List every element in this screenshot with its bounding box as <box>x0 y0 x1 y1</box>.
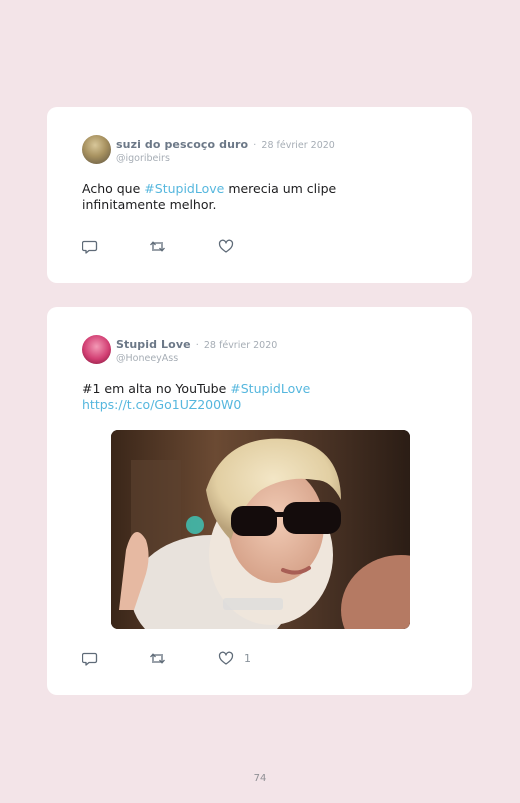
author-name[interactable]: Stupid Love <box>116 338 191 351</box>
heart-icon <box>218 239 234 253</box>
heart-icon <box>218 651 234 665</box>
tweet-date[interactable]: 28 février 2020 <box>261 140 334 151</box>
author-handle[interactable]: @HoneeyAss <box>116 352 277 365</box>
tweet-header: Stupid Love · 28 février 2020 @HoneeyAss <box>116 336 277 365</box>
avatar[interactable] <box>82 135 111 164</box>
tweet-text-part: #1 em alta no YouTube <box>82 381 231 396</box>
reply-icon <box>82 240 98 254</box>
tweet-header: suzi do pescoço duro · 28 février 2020 @… <box>116 136 335 165</box>
retweet-icon <box>150 652 165 664</box>
separator: · <box>195 340 199 351</box>
tweet-date[interactable]: 28 février 2020 <box>204 340 277 351</box>
media-photo-illustration <box>111 430 410 629</box>
hashtag-link[interactable]: #StupidLove <box>144 181 224 196</box>
retweet-button[interactable] <box>149 238 166 254</box>
tweet-text: Acho que #StupidLove merecia um clipe in… <box>82 181 422 213</box>
separator: · <box>253 140 257 151</box>
reply-button[interactable] <box>82 238 98 254</box>
like-button[interactable]: 1 <box>218 650 251 666</box>
tweet-actions <box>82 238 282 254</box>
tweet-text: #1 em alta no YouTube #StupidLove https:/… <box>82 381 422 413</box>
reply-icon <box>82 652 98 666</box>
tweet-card: suzi do pescoço duro · 28 février 2020 @… <box>47 107 472 283</box>
like-count: 1 <box>244 651 251 665</box>
reply-button[interactable] <box>82 650 98 666</box>
tweet-card: Stupid Love · 28 février 2020 @HoneeyAss… <box>47 307 472 695</box>
retweet-icon <box>150 240 165 252</box>
avatar[interactable] <box>82 335 111 364</box>
author-handle[interactable]: @igoribeirs <box>116 152 335 165</box>
page-number: 74 <box>253 773 267 784</box>
author-name[interactable]: suzi do pescoço duro <box>116 138 248 151</box>
tweet-url-link[interactable]: https://t.co/Go1UZ200W0 <box>82 397 422 413</box>
retweet-button[interactable] <box>149 650 166 666</box>
tweet-actions: 1 <box>82 650 282 666</box>
hashtag-link[interactable]: #StupidLove <box>230 381 310 396</box>
like-button[interactable] <box>218 238 234 254</box>
tweet-media-image[interactable] <box>111 430 410 629</box>
tweet-text-part: Acho que <box>82 181 145 196</box>
